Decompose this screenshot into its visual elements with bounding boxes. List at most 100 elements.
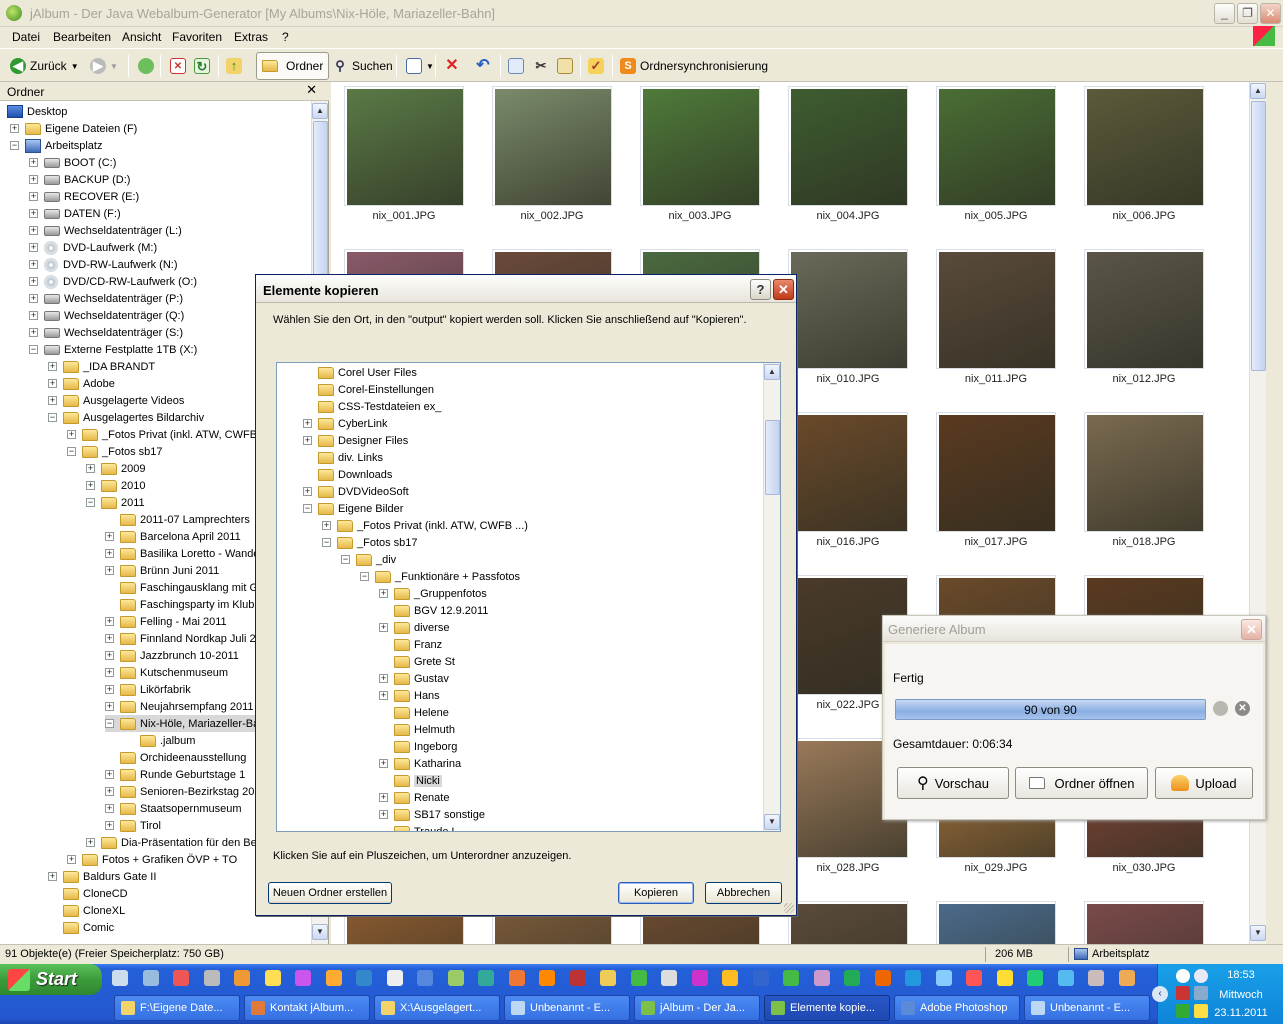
- expand-toggle-icon[interactable]: +: [29, 294, 38, 303]
- maximize-button[interactable]: ❐: [1237, 3, 1258, 24]
- cut-button[interactable]: ✂: [533, 54, 549, 78]
- close-generate-button[interactable]: ✕: [1241, 619, 1262, 640]
- thumbnail-tile[interactable]: [788, 86, 908, 206]
- destination-tree-item[interactable]: Traude L: [379, 823, 458, 831]
- taskbar-button[interactable]: X:\Ausgelagert...: [374, 995, 500, 1021]
- thumbnail-filename[interactable]: nix_001.JPG: [344, 210, 464, 222]
- expand-toggle-icon[interactable]: +: [105, 821, 114, 830]
- stop-icon[interactable]: ✕: [1235, 701, 1250, 716]
- folder-tree-item[interactable]: + Kutschenmuseum: [105, 664, 228, 681]
- thumbnail-tile[interactable]: [1084, 249, 1204, 369]
- scroll-down-button[interactable]: ▼: [312, 924, 328, 940]
- menu-extras[interactable]: Extras: [234, 30, 268, 44]
- start-button[interactable]: Start: [0, 964, 102, 995]
- folder-tree-item[interactable]: + BOOT (C:): [29, 154, 116, 171]
- thumbnail-tile[interactable]: [492, 86, 612, 206]
- expand-toggle-icon[interactable]: +: [105, 668, 114, 677]
- cancel-button[interactable]: Abbrechen: [705, 882, 782, 904]
- close-window-button[interactable]: ✕: [1260, 3, 1281, 24]
- expand-toggle-icon[interactable]: −: [29, 345, 38, 354]
- folder-tree-item[interactable]: + Felling - Mai 2011: [105, 613, 227, 630]
- open-folder-button[interactable]: Ordner öffnen: [1015, 767, 1148, 799]
- folder-tree-item[interactable]: + Neujahrsempfang 2011: [105, 698, 254, 715]
- thumbnail-filename[interactable]: nix_030.JPG: [1084, 862, 1204, 874]
- expand-toggle-icon[interactable]: +: [29, 328, 38, 337]
- destination-tree-item[interactable]: − Eigene Bilder: [303, 500, 403, 517]
- upload-button[interactable]: Upload: [1155, 767, 1253, 799]
- expand-toggle-icon[interactable]: +: [67, 430, 76, 439]
- expand-toggle-icon[interactable]: +: [322, 521, 331, 530]
- expand-toggle-icon[interactable]: +: [379, 691, 388, 700]
- destination-tree-item[interactable]: + Designer Files: [303, 432, 408, 449]
- destination-tree-item[interactable]: Helene: [379, 704, 449, 721]
- network-icon[interactable]: [1176, 969, 1190, 983]
- thumbnail-filename[interactable]: nix_005.JPG: [936, 210, 1056, 222]
- destination-tree-item[interactable]: div. Links: [303, 449, 383, 466]
- clock-time[interactable]: 18:53: [1211, 969, 1271, 981]
- expand-toggle-icon[interactable]: +: [303, 436, 312, 445]
- folder-tree-item[interactable]: +2010: [86, 477, 145, 494]
- folder-tree-item[interactable]: + Wechseldatenträger (L:): [29, 222, 182, 239]
- folder-sync-button[interactable]: S Ordnersynchronisierung: [620, 54, 768, 78]
- folder-tree-item[interactable]: + Adobe: [48, 375, 115, 392]
- back-button[interactable]: ◀ Zurück ▼: [10, 54, 79, 78]
- folder-tree-item[interactable]: Faschingsparty im Klub: [105, 596, 254, 613]
- folder-tree-item[interactable]: + DVD/CD-RW-Laufwerk (O:): [29, 273, 197, 290]
- taskbar-button[interactable]: Unbenannt - E...: [504, 995, 630, 1021]
- expand-toggle-icon[interactable]: +: [86, 464, 95, 473]
- thumbnail-tile[interactable]: [936, 86, 1056, 206]
- volume-icon[interactable]: [1194, 986, 1208, 1000]
- destination-tree-item[interactable]: + CyberLink: [303, 415, 388, 432]
- thumbnail-filename[interactable]: nix_003.JPG: [640, 210, 760, 222]
- expand-toggle-icon[interactable]: +: [105, 532, 114, 541]
- scroll-up-button[interactable]: ▲: [1250, 83, 1266, 99]
- scroll-up-button[interactable]: ▲: [764, 364, 780, 380]
- expand-toggle-icon[interactable]: −: [322, 538, 331, 547]
- expand-toggle-icon[interactable]: +: [29, 175, 38, 184]
- destination-tree-item[interactable]: + Katharina: [379, 755, 461, 772]
- expand-toggle-icon[interactable]: +: [379, 674, 388, 683]
- folder-tree-item[interactable]: + Wechseldatenträger (Q:): [29, 307, 184, 324]
- expand-toggle-icon[interactable]: +: [29, 158, 38, 167]
- expand-toggle-icon[interactable]: +: [86, 838, 95, 847]
- destination-tree-item[interactable]: + _Gruppenfotos: [379, 585, 487, 602]
- thumbnail-tile[interactable]: [788, 249, 908, 369]
- menu-ansicht[interactable]: Ansicht: [122, 30, 161, 44]
- battery-icon[interactable]: [1176, 1004, 1190, 1018]
- properties-button[interactable]: ✓: [588, 54, 604, 78]
- thumbnail-filename[interactable]: nix_010.JPG: [788, 373, 908, 385]
- folder-tree-item[interactable]: + Dia-Präsentation für den Be: [86, 834, 257, 851]
- expand-toggle-icon[interactable]: +: [29, 226, 38, 235]
- folder-tree-item[interactable]: + _Fotos Privat (inkl. ATW, CWFB: [67, 426, 257, 443]
- folder-tree-item[interactable]: + Ausgelagerte Videos: [48, 392, 184, 409]
- pause-icon[interactable]: [1213, 701, 1228, 716]
- menu-datei[interactable]: Datei: [12, 30, 40, 44]
- folder-tree-item[interactable]: + Fotos + Grafiken ÖVP + TO: [67, 851, 237, 868]
- destination-tree-item[interactable]: − _Fotos sb17: [322, 534, 418, 551]
- destination-tree-item[interactable]: Helmuth: [379, 721, 455, 738]
- expand-toggle-icon[interactable]: +: [379, 793, 388, 802]
- expand-toggle-icon[interactable]: +: [105, 617, 114, 626]
- folder-tree-item[interactable]: CloneCD: [48, 885, 128, 902]
- copy-to-button[interactable]: [508, 54, 524, 78]
- destination-tree-item[interactable]: Corel User Files: [303, 364, 417, 381]
- destination-tree-item[interactable]: Nicki: [379, 772, 442, 789]
- folder-tree-item[interactable]: Orchideenausstellung: [105, 749, 246, 766]
- destination-tree-item[interactable]: − _div: [341, 551, 396, 568]
- scroll-thumb[interactable]: [1251, 101, 1266, 371]
- folder-tree-item[interactable]: 2011-07 Lamprechters: [105, 511, 250, 528]
- thumbnail-filename[interactable]: nix_004.JPG: [788, 210, 908, 222]
- paste-button[interactable]: [557, 54, 573, 78]
- minimize-button[interactable]: _: [1214, 3, 1235, 24]
- destination-tree-item[interactable]: + DVDVideoSoft: [303, 483, 409, 500]
- expand-toggle-icon[interactable]: −: [303, 504, 312, 513]
- copy-button[interactable]: Kopieren: [618, 882, 694, 904]
- folder-tree-item[interactable]: Desktop: [7, 103, 67, 120]
- expand-toggle-icon[interactable]: +: [86, 481, 95, 490]
- folder-tree-item[interactable]: + Runde Geburtstage 1: [105, 766, 245, 783]
- reload-button[interactable]: ↻: [194, 54, 210, 78]
- destination-tree-item[interactable]: CSS-Testdateien ex_: [303, 398, 441, 415]
- up-button[interactable]: ↑: [226, 54, 242, 78]
- expand-toggle-icon[interactable]: +: [303, 487, 312, 496]
- expand-toggle-icon[interactable]: +: [48, 362, 57, 371]
